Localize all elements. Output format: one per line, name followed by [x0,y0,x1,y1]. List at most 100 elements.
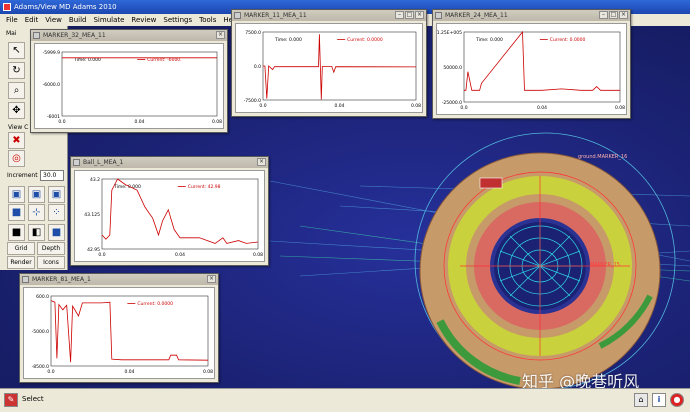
axes-icon[interactable]: ⊹ [28,204,45,221]
close-icon[interactable]: × [257,158,266,166]
current-readout: Current: 0.0000 [137,301,173,307]
current-readout: Current: 0.0000 [347,37,383,43]
plot-window-ball-l[interactable]: Ball_L_MEA_1 × 43.2 43.125 42.95 0.0 0.04 0.0… [70,156,269,266]
menu-edit[interactable]: Edit [25,16,39,24]
x-tick-label: 0.04 [334,103,344,109]
wireframe-icon[interactable]: ■ [8,224,25,241]
plot-window-marker-11[interactable]: MARKER_11_MEA_11 – □ × 7500.0 0.0 -7500.0 0.0… [231,9,427,117]
close-icon[interactable]: × [216,31,225,39]
minimize-icon[interactable]: – [599,11,608,19]
time-readout: Time: 0.000 [113,184,141,190]
y-tick-label: -25000.0 [442,100,462,106]
x-tick-label: 0.08 [253,252,263,258]
main-window-title: Adams/View MD Adams 2010 [14,3,117,11]
stop-icon[interactable]: ● [670,393,684,407]
side-view-icon[interactable]: ▣ [48,186,65,203]
plot-window-title-bar[interactable]: MARKER_32_MEA_11 × [31,30,227,41]
x-tick-label: 0.08 [203,369,213,375]
maximize-icon[interactable]: □ [405,11,414,19]
plot-window-icon [33,32,40,39]
time-readout: Time: 0.000 [274,37,302,43]
menu-simulate[interactable]: Simulate [93,16,124,24]
menu-review[interactable]: Review [131,16,156,24]
x-tick-label: 0.0 [259,103,266,109]
info-icon[interactable]: i [652,393,666,407]
y-tick-label: 600.0 [36,294,49,300]
plot-window-title-bar[interactable]: MARKER_11_MEA_11 – □ × [232,10,426,21]
plot-window-icon [435,12,442,19]
y-tick-label: -5999.9 [43,50,61,56]
plot-window-marker-32[interactable]: MARKER_32_MEA_11 × -5999.9 -6000.0 -6001 0.… [30,29,228,133]
view-control-label: View C [8,124,29,131]
close-icon[interactable]: × [207,275,216,283]
center-icon[interactable]: ◎ [8,150,25,167]
zoom-icon[interactable]: ⌕ [8,82,25,99]
menu-settings[interactable]: Settings [163,16,192,24]
x-tick-label: 0.0 [58,119,65,125]
x-tick-label: 0.08 [615,105,625,111]
plot-window-title-bar[interactable]: Ball_L_MEA_1 × [71,157,268,168]
y-tick-label: 43.2 [90,177,100,183]
database-navigator-icon[interactable]: ⌂ [634,393,648,407]
icons-button[interactable]: Icons [37,256,65,269]
menu-view[interactable]: View [45,16,62,24]
x-tick-label: 0.04 [175,252,185,258]
status-bar: ✎ Select ⌂ i ● [0,388,690,412]
menu-tools[interactable]: Tools [199,16,216,24]
x-tick-label: 0.0 [47,369,54,375]
y-tick-label: 43.125 [84,212,100,218]
fit-icon[interactable]: ✖ [8,132,25,149]
select-arrow-icon[interactable]: ↖ [8,42,25,59]
working-grid-icon[interactable]: ⁘ [48,204,65,221]
top-view-icon[interactable]: ▣ [28,186,45,203]
close-icon[interactable]: × [619,11,628,19]
plot-window-title: MARKER_24_MEA_11 [445,12,508,19]
marker-label: MARKER_15 [590,262,620,268]
plot-svg: 7500.00.0-7500.00.0 0.04 0.08Time: 0.000 Cu… [244,30,422,109]
plot-window-title-bar[interactable]: MARKER_81_MEA_1 × [20,274,218,285]
plot-frame [50,295,209,367]
front-view-icon[interactable]: ▣ [8,186,25,203]
x-tick-label: 0.0 [460,105,467,111]
color-icon[interactable]: ■ [48,224,65,241]
y-tick-label: 1.25E+005 [437,30,462,36]
current-readout: Current: 0.0000 [550,37,586,43]
time-readout: Time: 0.000 [475,37,503,43]
menu-build[interactable]: Build [69,16,87,24]
plot-window-marker-81[interactable]: MARKER_81_MEA_1 × 600.0 -5000.0 -8500.0 0.0… [19,273,219,383]
x-tick-label: 0.08 [411,103,421,109]
plot-window-marker-24[interactable]: MARKER_24_MEA_11 – □ × 1.25E+005 50000.0 -25… [432,9,631,119]
rotate-icon[interactable]: ↻ [8,62,25,79]
depth-button[interactable]: Depth [37,242,65,255]
maximize-icon[interactable]: □ [609,11,618,19]
x-tick-label: 0.04 [537,105,547,111]
render-button[interactable]: Render [7,256,35,269]
iso-view-icon[interactable]: ■ [8,204,25,221]
adams-app-icon [3,3,11,11]
grid-button[interactable]: Grid [7,242,35,255]
plot-window-title-bar[interactable]: MARKER_24_MEA_11 – □ × [433,10,630,21]
main-tab-label: Mai [6,30,17,37]
plot-window-title: MARKER_32_MEA_11 [43,32,106,39]
increment-field[interactable]: 30.0 [40,170,64,181]
plot-window-icon [73,159,80,166]
menu-file[interactable]: File [6,16,18,24]
x-tick-label: 0.08 [212,119,222,125]
x-tick-label: 0.04 [134,119,144,125]
plot-svg: -5999.9-6000.0-60010.0 0.04 0.08Time: 0.00… [43,50,223,125]
plot-svg: 1.25E+005 50000.0 -25000.00.0 0.04 0.08 Time:… [437,30,625,111]
y-tick-label: 7500.0 [245,30,261,36]
translate-icon[interactable]: ✥ [8,102,25,119]
shaded-icon[interactable]: ◧ [28,224,45,241]
x-tick-label: 0.04 [124,369,134,375]
plot-svg: 600.0-5000.0-8500.00.0 0.04 0.08Current: 0… [32,294,214,375]
minimize-icon[interactable]: – [395,11,404,19]
plot-window-title: MARKER_11_MEA_11 [244,12,307,19]
plot-window-title: MARKER_81_MEA_1 [32,276,91,283]
y-tick-label: 0.0 [254,64,261,70]
y-tick-label: 50000.0 [443,65,462,71]
close-icon[interactable]: × [415,11,424,19]
plot-window-icon [234,12,241,19]
part-label: ground.MARKER_16 [578,154,627,160]
status-tool-icon: ✎ [4,393,18,407]
